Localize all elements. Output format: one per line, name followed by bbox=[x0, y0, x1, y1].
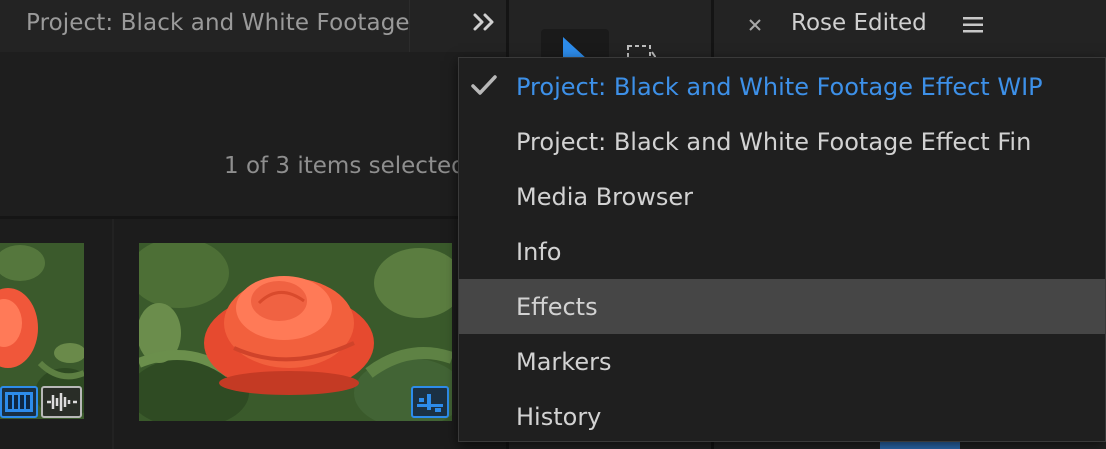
audio-badge-icon bbox=[41, 386, 82, 418]
menu-item-project-fin[interactable]: Project: Black and White Footage Effect … bbox=[459, 114, 1105, 169]
clip-thumbnail[interactable] bbox=[139, 243, 452, 421]
divider bbox=[112, 219, 114, 449]
menu-item-label: Effects bbox=[516, 292, 598, 321]
divider bbox=[409, 0, 410, 52]
timeline-tab-title[interactable]: Rose Edited bbox=[791, 10, 927, 36]
menu-item-label: History bbox=[516, 402, 602, 431]
sequence-badge-icon bbox=[411, 386, 449, 418]
hamburger-menu-icon[interactable] bbox=[962, 14, 984, 36]
film-badge-icon bbox=[0, 386, 38, 418]
menu-item-project-wip[interactable]: Project: Black and White Footage Effect … bbox=[459, 59, 1105, 114]
menu-item-media-browser[interactable]: Media Browser bbox=[459, 169, 1105, 224]
close-icon[interactable] bbox=[744, 14, 766, 36]
chevron-double-right-icon[interactable] bbox=[468, 5, 502, 39]
panel-overflow-menu: Project: Black and White Footage Effect … bbox=[458, 57, 1106, 442]
menu-item-label: Project: Black and White Footage Effect … bbox=[516, 72, 1043, 101]
menu-item-label: Media Browser bbox=[516, 182, 693, 211]
project-panel-body bbox=[0, 52, 506, 216]
menu-item-label: Info bbox=[516, 237, 562, 266]
menu-item-effects[interactable]: Effects bbox=[459, 279, 1105, 334]
project-panel-tab[interactable]: Project: Black and White Footage Effect … bbox=[26, 10, 410, 36]
menu-item-label: Project: Black and White Footage Effect … bbox=[516, 127, 1032, 156]
menu-item-info[interactable]: Info bbox=[459, 224, 1105, 279]
menu-item-markers[interactable]: Markers bbox=[459, 334, 1105, 389]
selection-status: 1 of 3 items selected bbox=[224, 153, 466, 179]
menu-item-history[interactable]: History bbox=[459, 389, 1105, 444]
checkmark-icon bbox=[471, 75, 497, 95]
menu-item-label: Markers bbox=[516, 347, 612, 376]
